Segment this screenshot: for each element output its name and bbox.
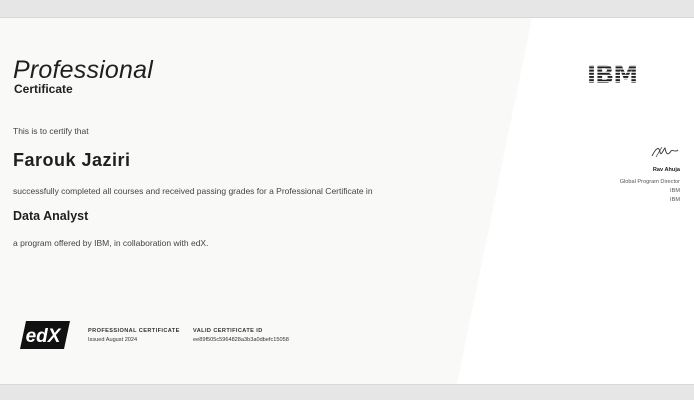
edx-logo: edX — [20, 321, 70, 349]
certificate: Professional Certificate This is to cert… — [0, 17, 694, 385]
certificate-type-label: PROFESSIONAL CERTIFICATE — [88, 328, 180, 334]
signatory-name: Rav Ahuja — [652, 167, 680, 173]
recipient-name: Farouk Jaziri — [13, 150, 131, 170]
signature-mark — [651, 146, 679, 158]
offered-text: a program offered by IBM, in collaborati… — [13, 238, 209, 248]
certificate-type-block: PROFESSIONAL CERTIFICATE Issued August 2… — [88, 327, 180, 345]
certify-text: This is to certify that — [13, 126, 89, 136]
certificate-id-label: VALID CERTIFICATE ID — [193, 328, 263, 334]
certificate-subtitle: Certificate — [14, 82, 73, 96]
certificate-id-block: VALID CERTIFICATE ID ee89f505c5964828a3b… — [193, 327, 289, 345]
ibm-logo-text: IBM — [587, 60, 637, 86]
signatory-org: IBM — [670, 188, 680, 194]
ibm-logo: IBM — [587, 60, 638, 86]
completion-text: successfully completed all courses and r… — [13, 186, 373, 196]
issued-date: Issued August 2024 — [88, 337, 138, 343]
certificate-title: Professional — [13, 56, 153, 84]
signatory-org-secondary: IBM — [670, 197, 680, 203]
signatory-block: Rav Ahuja Global Program Director IBM IB… — [620, 166, 680, 205]
edx-logo-text: edX — [26, 326, 62, 347]
signatory-role: Global Program Director — [619, 179, 680, 185]
program-name: Data Analyst — [13, 209, 89, 223]
certificate-id: ee89f505c5964828a3b3a0dbefc15058 — [193, 337, 289, 343]
